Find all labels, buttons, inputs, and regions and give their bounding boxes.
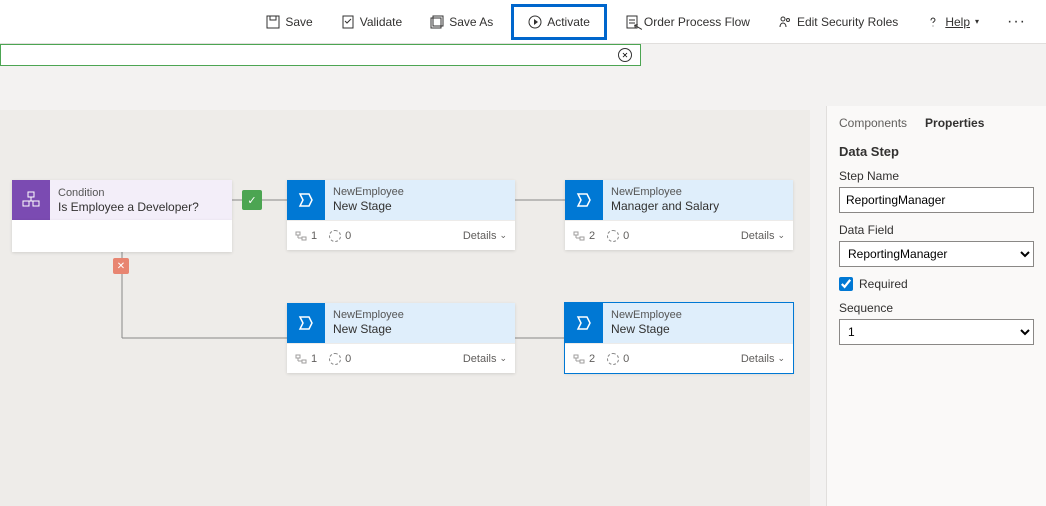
stage-icon <box>287 180 325 220</box>
activate-icon <box>528 15 542 29</box>
orderflow-icon <box>625 15 639 29</box>
steps-icon <box>573 230 585 242</box>
tab-components[interactable]: Components <box>839 116 907 130</box>
saveas-button[interactable]: Save As <box>420 11 503 33</box>
stage-name: Manager and Salary <box>611 199 785 215</box>
trigger-icon <box>607 230 619 242</box>
stage-2[interactable]: NewEmployee Manager and Salary 2 0 Detai… <box>565 180 793 250</box>
stage-1[interactable]: NewEmployee New Stage 1 0 Details⌄ <box>287 180 515 250</box>
chevron-down-icon: ⌄ <box>499 353 507 364</box>
orderflow-button[interactable]: Order Process Flow <box>615 11 760 33</box>
steps-icon <box>295 230 307 242</box>
stepname-input[interactable] <box>839 187 1034 213</box>
steps-icon <box>295 353 307 365</box>
help-label: Help <box>945 15 970 29</box>
security-icon <box>778 15 792 29</box>
trigger-icon <box>329 230 341 242</box>
stage-entity: NewEmployee <box>611 308 785 322</box>
required-checkbox[interactable] <box>839 277 853 291</box>
stage-name: New Stage <box>333 199 507 215</box>
stage-icon <box>565 180 603 220</box>
stage-name: New Stage <box>611 322 785 338</box>
details-button[interactable]: Details⌄ <box>463 353 507 365</box>
security-button[interactable]: Edit Security Roles <box>768 11 908 33</box>
saveas-icon <box>430 15 444 29</box>
details-button[interactable]: Details⌄ <box>463 230 507 242</box>
details-button[interactable]: Details⌄ <box>741 353 785 365</box>
saveas-label: Save As <box>449 15 493 29</box>
activate-label: Activate <box>547 15 590 29</box>
details-button[interactable]: Details⌄ <box>741 230 785 242</box>
toolbar: Save Validate Save As Activate ↖ Order P… <box>0 0 1046 44</box>
formula-bar[interactable]: ✕ <box>0 44 641 66</box>
validate-icon <box>341 15 355 29</box>
chevron-down-icon: ▾ <box>975 17 979 26</box>
validate-label: Validate <box>360 15 402 29</box>
tab-properties[interactable]: Properties <box>925 116 984 130</box>
stage-4[interactable]: NewEmployee New Stage 2 0 Details⌄ <box>565 303 793 373</box>
chevron-down-icon: ⌄ <box>777 230 785 241</box>
condition-icon <box>12 180 50 220</box>
stage-icon <box>565 303 603 343</box>
properties-panel: Components Properties Data Step Step Nam… <box>826 106 1046 506</box>
section-title: Data Step <box>839 144 1034 159</box>
security-label: Edit Security Roles <box>797 15 898 29</box>
trigger-icon <box>329 353 341 365</box>
save-button[interactable]: Save <box>256 11 322 33</box>
panel-tabs: Components Properties <box>839 106 1034 130</box>
activate-button[interactable]: Activate <box>511 4 607 40</box>
stage-entity: NewEmployee <box>611 185 785 199</box>
chevron-down-icon: ⌄ <box>499 230 507 241</box>
sequence-label: Sequence <box>839 301 1034 315</box>
save-label: Save <box>285 15 312 29</box>
stage-3[interactable]: NewEmployee New Stage 1 0 Details⌄ <box>287 303 515 373</box>
datafield-select[interactable]: ReportingManager <box>839 241 1034 267</box>
canvas[interactable]: Condition Is Employee a Developer? ✓ ✕ N… <box>0 110 810 506</box>
condition-body-box[interactable] <box>12 220 232 252</box>
stage-icon <box>287 303 325 343</box>
sequence-select[interactable]: 1 <box>839 319 1034 345</box>
datafield-label: Data Field <box>839 223 1034 237</box>
condition-node[interactable]: Condition Is Employee a Developer? <box>12 180 232 220</box>
save-icon <box>266 15 280 29</box>
stage-entity: NewEmployee <box>333 185 507 199</box>
trigger-icon <box>607 353 619 365</box>
help-icon <box>926 15 940 29</box>
condition-subtitle: Is Employee a Developer? <box>58 200 224 216</box>
required-label: Required <box>859 277 908 291</box>
no-badge: ✕ <box>113 258 129 274</box>
steps-icon <box>573 353 585 365</box>
help-button[interactable]: Help ▾ <box>916 11 989 33</box>
validate-button[interactable]: Validate <box>331 11 412 33</box>
yes-badge: ✓ <box>242 190 262 210</box>
stage-name: New Stage <box>333 322 507 338</box>
stage-entity: NewEmployee <box>333 308 507 322</box>
stepname-label: Step Name <box>839 169 1034 183</box>
more-button[interactable]: ··· <box>997 13 1036 31</box>
chevron-down-icon: ⌄ <box>777 353 785 364</box>
condition-title: Condition <box>58 186 224 200</box>
close-icon[interactable]: ✕ <box>618 48 632 62</box>
orderflow-label: Order Process Flow <box>644 15 750 29</box>
